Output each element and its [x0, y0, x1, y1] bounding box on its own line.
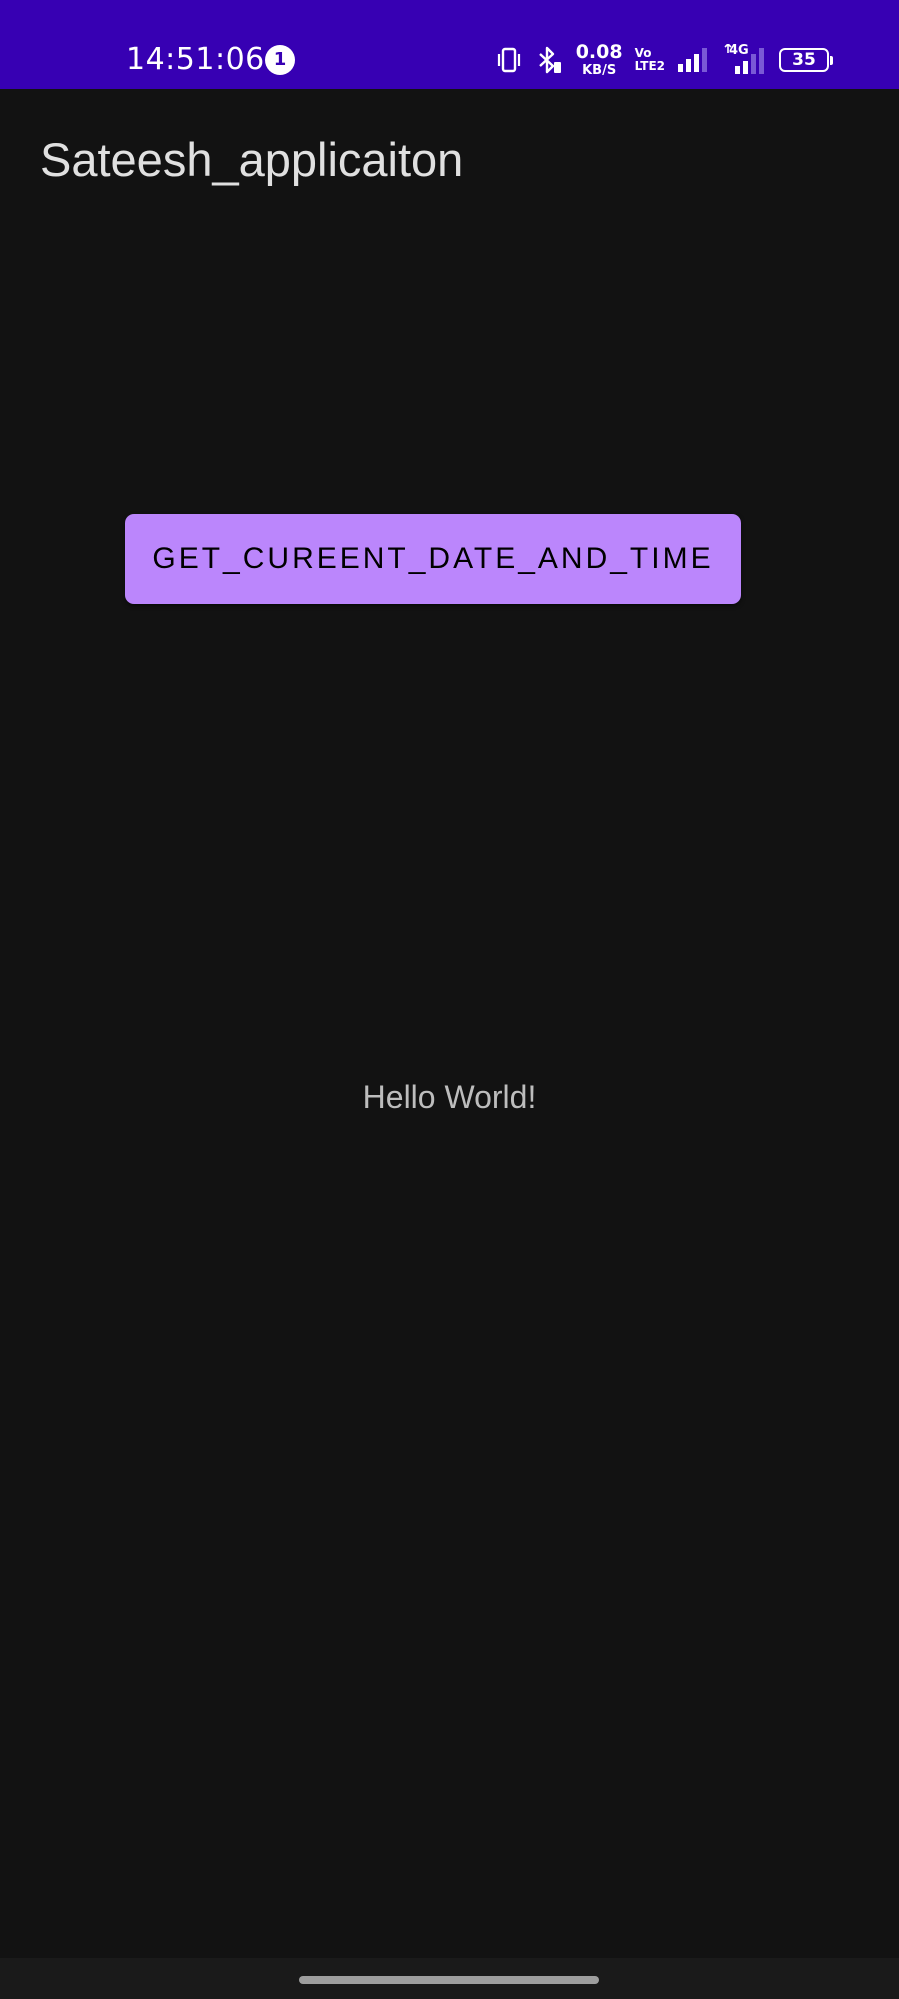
status-time: 14:51:06 [126, 42, 265, 77]
signal-sim2: 4G [723, 44, 767, 76]
get-current-date-time-button[interactable]: GET_CUREENT_DATE_AND_TIME [125, 514, 741, 604]
network-speed: 0.08 KB/S [575, 41, 623, 78]
vibrate-icon [497, 47, 520, 73]
signal-sim1-icon [678, 48, 707, 72]
home-gesture-handle[interactable] [299, 1976, 599, 1984]
network-speed-unit: KB/S [582, 63, 617, 78]
signal-sim2-icon [724, 44, 764, 74]
app-title: Sateesh_applicaiton [40, 133, 464, 186]
notification-badge: 1 [265, 45, 295, 75]
bluetooth-icon [538, 46, 561, 74]
app-screen: 14:51:06 1 0.08 KB/S Vo LTE2 4G 35 Satee… [0, 0, 899, 1999]
status-bar: 14:51:06 1 0.08 KB/S Vo LTE2 4G 35 [0, 0, 899, 89]
volte-indicator: Vo LTE2 [635, 47, 665, 72]
volte-label-bottom: LTE2 [634, 59, 665, 73]
status-icons: 0.08 KB/S Vo LTE2 4G 35 [496, 41, 833, 78]
battery-icon: 35 [779, 48, 833, 72]
network-speed-value: 0.08 [575, 41, 623, 63]
navigation-bar [0, 1958, 899, 1999]
hello-world-text: Hello World! [362, 1079, 537, 1115]
